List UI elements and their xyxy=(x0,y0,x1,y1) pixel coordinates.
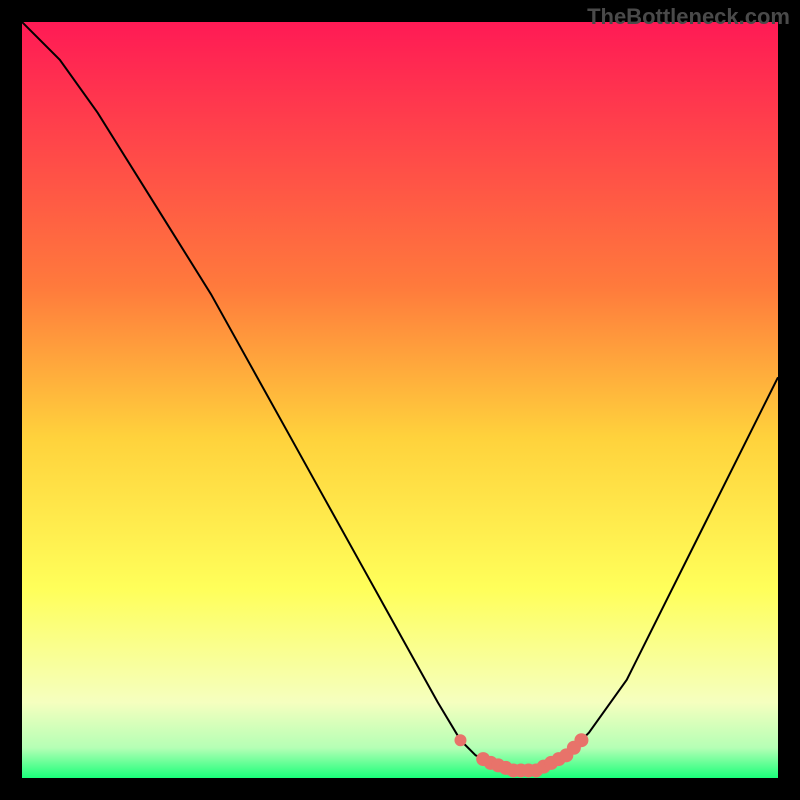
plot-area xyxy=(22,22,778,778)
gradient-background xyxy=(22,22,778,778)
watermark-text: TheBottleneck.com xyxy=(587,4,790,30)
chart-container: TheBottleneck.com xyxy=(0,0,800,800)
chart-svg xyxy=(22,22,778,778)
